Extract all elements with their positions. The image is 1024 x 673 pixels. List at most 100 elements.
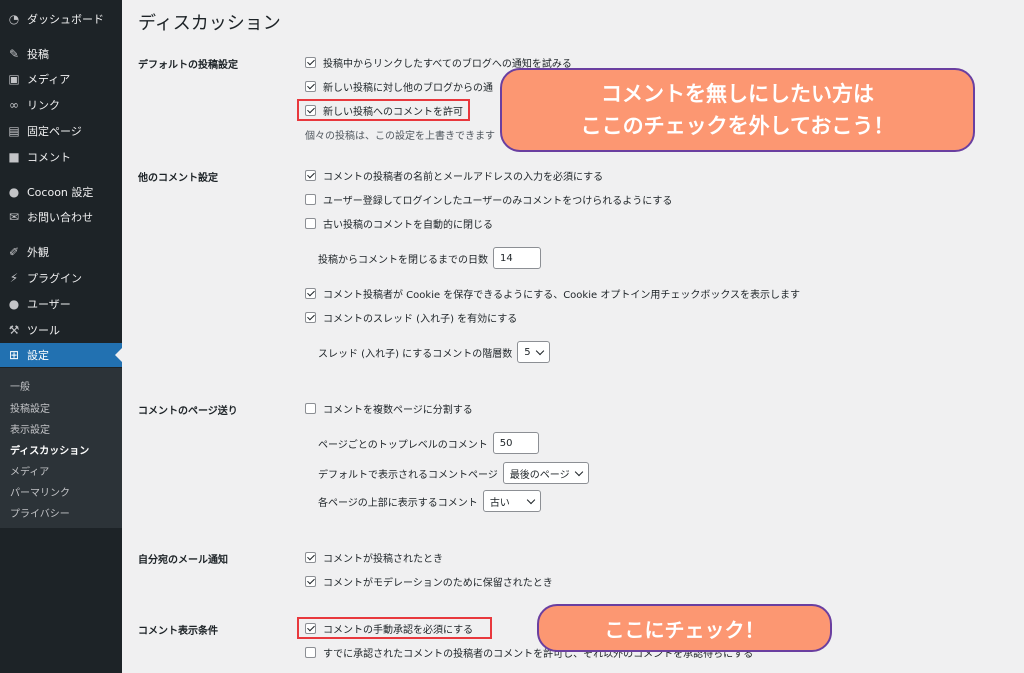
- option-paginate[interactable]: コメントを複数ページに分割する: [305, 400, 473, 416]
- select-value: 古い: [489, 497, 510, 509]
- field-label: デフォルトで表示されるコメントページ: [318, 469, 498, 481]
- submenu-item-general[interactable]: 一般: [10, 378, 30, 393]
- wrench-icon: ⚒: [8, 323, 20, 337]
- checkbox[interactable]: [305, 217, 316, 229]
- option-auto-close[interactable]: 古い投稿のコメントを自動的に閉じる: [305, 215, 493, 231]
- sidebar-item-settings[interactable]: ⊞ 設定: [0, 343, 122, 367]
- sidebar-item-label: リンク: [27, 99, 60, 112]
- option-email-posted[interactable]: コメントが投稿されたとき: [305, 549, 443, 565]
- cocoon-icon: ●: [8, 185, 20, 199]
- sidebar-item-label: 設定: [27, 349, 49, 362]
- sidebar-item-plugins[interactable]: ⚡ プラグイン: [0, 266, 122, 290]
- sidebar-item-label: 投稿: [27, 48, 49, 61]
- sidebar-item-users[interactable]: ● ユーザー: [0, 292, 122, 316]
- option-registered-only[interactable]: ユーザー登録してログインしたユーザーのみコメントをつけられるようにする: [305, 191, 672, 207]
- settings-submenu: 一般 投稿設定 表示設定 ディスカッション メディア パーマリンク プライバシー: [0, 368, 122, 528]
- section-label-appear: コメント表示条件: [138, 626, 218, 637]
- submenu-item-discussion[interactable]: ディスカッション: [10, 442, 89, 457]
- link-icon: ∞: [9, 98, 19, 112]
- sidebar-item-contact[interactable]: ✉ お問い合わせ: [0, 205, 122, 229]
- option-label: コメントのスレッド (入れ子) を有効にする: [323, 313, 518, 325]
- field-label: スレッド (入れ子) にするコメントの階層数: [318, 348, 513, 360]
- submenu-item-privacy[interactable]: プライバシー: [10, 505, 70, 520]
- field-thread-depth: スレッド (入れ子) にするコメントの階層数 5: [318, 341, 550, 363]
- dashboard-icon: ◔: [8, 12, 20, 26]
- option-manual-approval[interactable]: コメントの手動承認を必須にする: [305, 620, 473, 636]
- submenu-item-reading[interactable]: 表示設定: [10, 421, 50, 436]
- comment-icon: ■: [8, 150, 20, 164]
- field-label: ページごとのトップレベルのコメント: [318, 439, 488, 451]
- checkbox[interactable]: [305, 80, 316, 92]
- checkbox[interactable]: [305, 56, 316, 68]
- chevron-down-icon: [574, 467, 583, 476]
- media-icon: ▣: [8, 72, 20, 86]
- close-days-input[interactable]: 14: [493, 247, 541, 269]
- mail-icon: ✉: [8, 210, 20, 224]
- sidebar-item-posts[interactable]: ✎ 投稿: [0, 42, 122, 66]
- sidebar-item-label: Cocoon 設定: [27, 186, 94, 199]
- option-label: ユーザー登録してログインしたユーザーのみコメントをつけられるようにする: [323, 195, 673, 207]
- sidebar-item-label: ダッシュボード: [27, 13, 104, 26]
- option-threaded[interactable]: コメントのスレッド (入れ子) を有効にする: [305, 309, 517, 325]
- top-comments-select[interactable]: 古い: [482, 490, 541, 512]
- callout-line: ここのチェックを外しておこう！: [580, 114, 895, 138]
- checkbox[interactable]: [305, 104, 316, 116]
- select-value: 5: [524, 346, 531, 358]
- checkbox[interactable]: [305, 193, 316, 205]
- option-label: コメントの投稿者の名前とメールアドレスの入力を必須にする: [323, 171, 604, 183]
- select-value: 最後のページ: [509, 469, 570, 481]
- chevron-down-icon: [535, 346, 544, 355]
- section-label-email: 自分宛のメール通知: [138, 555, 228, 566]
- sidebar-item-dashboard[interactable]: ◔ ダッシュボード: [0, 7, 122, 31]
- page-title: ディスカッション: [138, 13, 281, 34]
- option-allow-comments[interactable]: 新しい投稿へのコメントを許可: [305, 102, 463, 118]
- option-email-moderation[interactable]: コメントがモデレーションのために保留されたとき: [305, 573, 553, 589]
- sidebar-item-cocoon[interactable]: ● Cocoon 設定: [0, 180, 122, 204]
- option-allow-pingbacks[interactable]: 新しい投稿に対し他のブログからの通: [305, 78, 493, 94]
- user-icon: ●: [8, 297, 20, 311]
- checkbox[interactable]: [305, 311, 316, 323]
- admin-sidebar: ◔ ダッシュボード ✎ 投稿 ▣ メディア ∞ リンク ▤ 固定ページ ■ コメ…: [0, 0, 122, 673]
- sidebar-item-tools[interactable]: ⚒ ツール: [0, 318, 122, 342]
- checkbox[interactable]: [305, 551, 316, 563]
- option-cookies-optin[interactable]: コメント投稿者が Cookie を保存できるようにする、Cookie オプトイン…: [305, 285, 800, 301]
- sidebar-item-comments[interactable]: ■ コメント: [0, 145, 122, 169]
- field-close-days: 投稿からコメントを閉じるまでの日数 14: [318, 247, 541, 269]
- sidebar-item-label: プラグイン: [27, 272, 82, 285]
- sidebar-item-label: コメント: [27, 151, 71, 164]
- sidebar-item-label: 固定ページ: [27, 125, 82, 138]
- default-page-select[interactable]: 最後のページ: [502, 462, 589, 484]
- option-label: コメントの手動承認を必須にする: [323, 624, 474, 636]
- callout-check-here: ここにチェック！: [537, 604, 832, 652]
- submenu-item-media[interactable]: メディア: [10, 463, 49, 478]
- active-arrow-indicator: [115, 348, 122, 362]
- page-icon: ▤: [8, 124, 20, 138]
- thread-depth-select[interactable]: 5: [517, 341, 550, 363]
- option-label: コメント投稿者が Cookie を保存できるようにする、Cookie オプトイン…: [323, 289, 801, 301]
- sidebar-item-appearance[interactable]: ✐ 外観: [0, 240, 122, 264]
- sidebar-item-pages[interactable]: ▤ 固定ページ: [0, 119, 122, 143]
- submenu-item-permalinks[interactable]: パーマリンク: [10, 484, 70, 499]
- per-page-input[interactable]: 50: [492, 432, 539, 454]
- default-post-description: 個々の投稿は、この設定を上書きできます: [305, 131, 495, 142]
- callout-line: コメントを無しにしたい方は: [601, 82, 874, 106]
- checkbox[interactable]: [305, 402, 316, 414]
- option-require-name-email[interactable]: コメントの投稿者の名前とメールアドレスの入力を必須にする: [305, 167, 603, 183]
- checkbox[interactable]: [305, 622, 316, 634]
- sidebar-item-media[interactable]: ▣ メディア: [0, 67, 122, 91]
- callout-uncheck-comments: コメントを無しにしたい方は ここのチェックを外しておこう！: [500, 68, 975, 152]
- checkbox[interactable]: [305, 575, 316, 587]
- sidebar-item-links[interactable]: ∞ リンク: [0, 93, 122, 117]
- field-top-comments: 各ページの上部に表示するコメント 古い: [318, 490, 541, 512]
- sidebar-item-label: 外観: [27, 246, 49, 259]
- checkbox[interactable]: [305, 287, 316, 299]
- chevron-down-icon: [526, 495, 536, 504]
- option-label: コメントが投稿されたとき: [323, 553, 443, 565]
- option-label: 古い投稿のコメントを自動的に閉じる: [323, 219, 493, 231]
- option-label: 新しい投稿へのコメントを許可: [323, 106, 463, 118]
- pushpin-icon: ✎: [8, 47, 20, 61]
- submenu-item-writing[interactable]: 投稿設定: [10, 400, 50, 415]
- checkbox[interactable]: [305, 646, 316, 658]
- checkbox[interactable]: [305, 169, 316, 181]
- section-label-default-post: デフォルトの投稿設定: [138, 60, 238, 71]
